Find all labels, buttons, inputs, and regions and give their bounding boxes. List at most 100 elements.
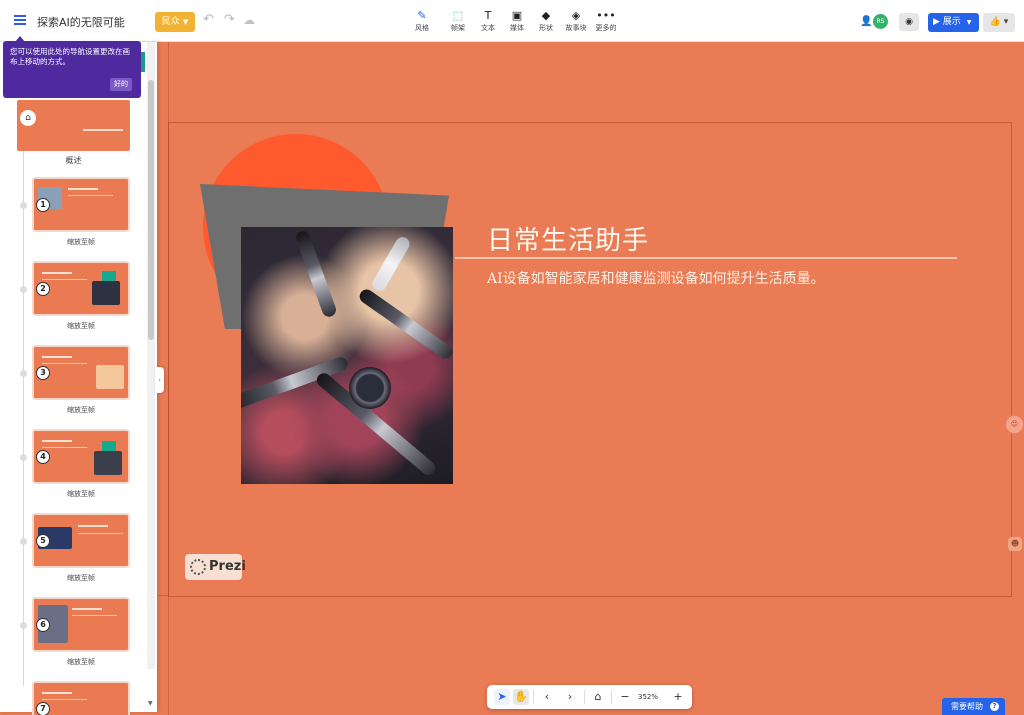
- divider: [611, 690, 612, 704]
- photo-element: [294, 229, 338, 319]
- tool-shapes-button[interactable]: ◆ 形状: [529, 9, 563, 33]
- step-number: 4: [36, 450, 50, 464]
- add-collaborator-icon[interactable]: 👤: [860, 16, 872, 27]
- timeline-dot: [20, 454, 27, 461]
- thumb-text-line: [42, 272, 72, 274]
- comment-bubble-icon[interactable]: ☺: [1005, 415, 1024, 434]
- timeline-dot: [20, 202, 27, 209]
- prezi-watermark-text: Prezi: [209, 559, 246, 574]
- timeline-dot: [20, 286, 27, 293]
- tool-story-blocks-button[interactable]: ◈ 故事块: [559, 9, 593, 33]
- tool-label: 文本: [481, 24, 495, 32]
- tool-style-button[interactable]: ✎ 风格: [405, 9, 439, 33]
- eye-icon: ◉: [905, 17, 913, 27]
- photo-element: [356, 286, 453, 362]
- step-number: 6: [36, 618, 50, 632]
- slide-title[interactable]: 日常生活助手: [487, 220, 649, 257]
- story-blocks-icon: ◈: [571, 9, 581, 22]
- top-toolbar: 探索AI的无限可能 民众 ▼ ↶ ↷ ☁ ✎ 风格 ⬚ 帧架 T 文本 ▣ 媒体 …: [0, 0, 1024, 42]
- step-number: 5: [36, 534, 50, 548]
- collapse-sidebar-icon[interactable]: ‹: [155, 367, 164, 393]
- export-dropdown-button[interactable]: 👍 ▾: [983, 13, 1015, 32]
- zoom-out-icon[interactable]: −: [617, 689, 633, 705]
- step-number: 3: [36, 366, 50, 380]
- chevron-down-icon: ▼: [966, 19, 972, 26]
- tool-frame-button[interactable]: ⬚ 帧架: [441, 9, 475, 33]
- scroll-down-icon[interactable]: ▼: [148, 700, 153, 707]
- pointer-tool-icon[interactable]: ➤: [494, 689, 510, 705]
- timeline-dot: [20, 622, 27, 629]
- thumb-text-line: [78, 525, 108, 527]
- timeline-dot: [20, 538, 27, 545]
- cloud-sync-icon: ☁: [243, 13, 255, 27]
- tool-label: 帧架: [451, 24, 465, 32]
- help-label: 需要帮助: [951, 702, 983, 711]
- help-button[interactable]: 需要帮助 ?: [942, 698, 1005, 715]
- hamburger-menu-icon[interactable]: [14, 15, 26, 25]
- sidebar-scrollbar[interactable]: [147, 42, 155, 669]
- scrollbar-thumb[interactable]: [148, 80, 154, 340]
- slide-subtitle[interactable]: AI设备如智能家居和健康监测设备如何提升生活质量。: [487, 268, 825, 288]
- tool-more-button[interactable]: ••• 更多的: [589, 9, 623, 33]
- step-number: 7: [36, 702, 50, 715]
- thumb-text-line: [42, 356, 72, 358]
- next-step-icon[interactable]: ›: [562, 689, 578, 705]
- shapes-icon: ◆: [541, 9, 551, 22]
- thumb-text-line: [42, 692, 72, 694]
- tool-label: 更多的: [595, 24, 617, 32]
- zoom-in-icon[interactable]: +: [670, 689, 686, 705]
- thumb-text-line: [68, 195, 113, 196]
- tooltip-text: 您可以使用此处的导航设置更改在画布上移动的方式。: [10, 47, 130, 66]
- redo-icon[interactable]: ↷: [224, 12, 235, 27]
- slide-photo[interactable]: [241, 227, 453, 484]
- divider: [533, 690, 534, 704]
- prezi-watermark: Prezi: [185, 554, 246, 580]
- tool-label: 风格: [415, 24, 429, 32]
- step-label: 缩放至帧: [67, 658, 95, 666]
- thumb-text-line: [83, 129, 123, 131]
- document-title[interactable]: 探索AI的无限可能: [37, 14, 125, 30]
- hand-tool-icon[interactable]: ✋: [513, 689, 529, 705]
- navigation-tip-tooltip: 您可以使用此处的导航设置更改在画布上移动的方式。 好的: [3, 41, 141, 98]
- home-icon[interactable]: ⌂: [590, 689, 606, 705]
- thumb-text-line: [42, 363, 87, 364]
- thumb-image: [92, 281, 120, 305]
- more-icon: •••: [596, 9, 616, 22]
- prezi-logo-icon: [190, 559, 206, 575]
- thumb-accent: [102, 441, 116, 451]
- step-number: 2: [36, 282, 50, 296]
- title-underline: [455, 257, 957, 259]
- previous-step-icon[interactable]: ‹: [539, 689, 555, 705]
- undo-icon[interactable]: ↶: [203, 12, 214, 27]
- emoji-reaction-icon[interactable]: ☻: [1008, 537, 1022, 551]
- thumb-text-line: [42, 440, 72, 442]
- step-label: 缩放至帧: [67, 574, 95, 582]
- path-timeline: [23, 126, 24, 686]
- overview-thumbnail[interactable]: [17, 100, 130, 151]
- step-label: 缩放至帧: [67, 490, 95, 498]
- thumb-text-line: [42, 279, 87, 280]
- step-number: 1: [36, 198, 50, 212]
- question-icon: ?: [990, 702, 999, 711]
- tool-label: 故事块: [565, 24, 587, 32]
- thumbs-up-icon: 👍 ▾: [989, 17, 1009, 27]
- thumb-image: [96, 365, 124, 389]
- brush-icon: ✎: [417, 9, 427, 22]
- tool-label: 形状: [539, 24, 553, 32]
- present-label: 展示: [942, 17, 961, 27]
- play-icon: ▶: [933, 17, 940, 27]
- thumb-text-line: [78, 533, 123, 534]
- zoom-level: 352%: [638, 693, 659, 701]
- tool-label: 媒体: [510, 24, 524, 32]
- tooltip-ok-button[interactable]: 好的: [110, 78, 132, 91]
- thumb-text-line: [42, 699, 87, 700]
- timeline-dot: [20, 370, 27, 377]
- step-label: 缩放至帧: [67, 406, 95, 414]
- present-button[interactable]: ▶ 展示 ▼: [928, 13, 979, 32]
- preview-button[interactable]: ◉: [899, 13, 919, 31]
- thumb-text-line: [72, 608, 102, 610]
- collaborator-avatar[interactable]: RS: [873, 14, 888, 29]
- chevron-down-icon: ▼: [182, 18, 189, 26]
- audience-label: 民众: [161, 17, 180, 27]
- audience-dropdown-button[interactable]: 民众 ▼: [155, 12, 195, 32]
